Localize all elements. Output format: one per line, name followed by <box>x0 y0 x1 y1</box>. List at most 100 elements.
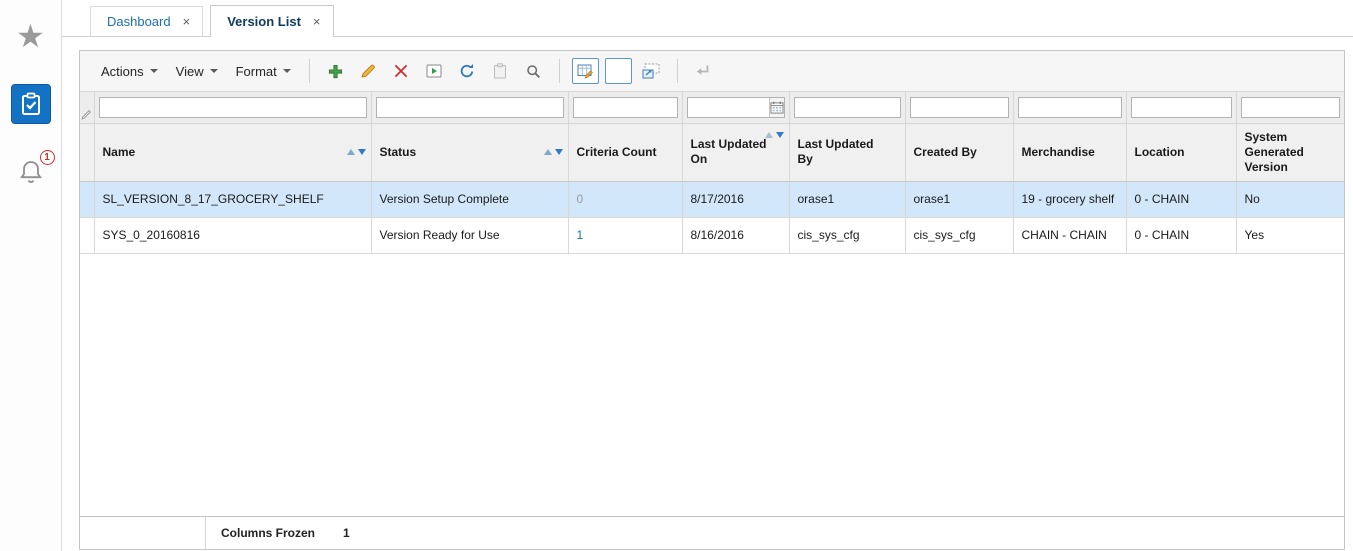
cell-last-updated-on: 8/16/2016 <box>682 217 790 254</box>
cell-last-updated-by: orase1 <box>789 181 906 218</box>
column-label: Name <box>102 144 136 159</box>
return-arrow-icon <box>695 64 711 78</box>
format-menu[interactable]: Format <box>227 58 300 85</box>
column-header-status[interactable]: Status <box>371 123 569 182</box>
table-filter-icon <box>577 63 594 79</box>
column-header-last-updated-on[interactable]: Last Updated On <box>682 123 790 182</box>
cell-last-updated-by: cis_sys_cfg <box>789 217 906 254</box>
column-header-system-generated-version[interactable]: System Generated Version <box>1236 123 1344 182</box>
status-bar: Columns Frozen 1 <box>80 516 1344 549</box>
detach-button[interactable] <box>638 58 665 84</box>
refresh-icon <box>459 63 475 79</box>
row-header-cell <box>80 181 95 218</box>
magnifier-icon <box>526 64 541 79</box>
sort-asc-icon <box>346 149 355 155</box>
sort-desc-icon <box>357 149 366 155</box>
column-header-last-updated-by[interactable]: Last Updated By <box>789 123 906 182</box>
cell-status: Version Setup Complete <box>371 181 569 218</box>
tab-label: Version List <box>227 14 301 29</box>
edit-button[interactable] <box>355 58 382 84</box>
close-icon[interactable]: × <box>313 15 321 28</box>
close-icon[interactable]: × <box>183 15 191 28</box>
view-menu[interactable]: View <box>167 58 227 85</box>
column-header-name[interactable]: Name <box>94 123 372 182</box>
search-button[interactable] <box>520 58 547 84</box>
sort-desc-icon <box>775 131 784 138</box>
freeze-toggle[interactable] <box>604 58 632 84</box>
cell-criteria-count: 0 <box>568 181 683 218</box>
sidebar-item-tasks[interactable] <box>9 82 53 126</box>
pencil-icon <box>360 63 376 79</box>
table-region: Name Status Criteria Count Last Updated … <box>80 92 1344 516</box>
sidebar-item-notifications[interactable]: 1 <box>9 150 55 194</box>
go-button[interactable] <box>690 58 717 84</box>
cell-created-by: cis_sys_cfg <box>905 217 1014 254</box>
tab-label: Dashboard <box>107 14 171 29</box>
query-by-example-toggle[interactable] <box>571 58 599 84</box>
app-root: ★ 1 Dashboard × Version List × Actions V… <box>0 0 1353 551</box>
column-label: System Generated Version <box>1244 129 1304 174</box>
filter-input-created-by[interactable] <box>909 96 1009 118</box>
sidebar-item-favorites[interactable]: ★ <box>9 14 53 58</box>
cell-location: 0 - CHAIN <box>1126 217 1237 254</box>
copy-button[interactable] <box>487 58 514 84</box>
tab-version-list[interactable]: Version List × <box>210 5 334 37</box>
refresh-button[interactable] <box>454 58 481 84</box>
delete-button[interactable] <box>388 58 415 84</box>
cell-merchandise: CHAIN - CHAIN <box>1013 217 1127 254</box>
column-header-created-by[interactable]: Created By <box>905 123 1014 182</box>
cell-system-generated-version: No <box>1236 181 1344 218</box>
sort-asc-icon <box>764 131 773 138</box>
toolbar-separator <box>308 59 310 83</box>
calendar-icon <box>770 101 783 114</box>
icon-rail: ★ 1 <box>0 0 62 551</box>
filter-input-criteria-count[interactable] <box>572 96 678 118</box>
columns-frozen-label: Columns Frozen <box>221 526 316 540</box>
star-icon: ★ <box>16 18 45 54</box>
filter-input-status[interactable] <box>375 96 564 118</box>
add-button[interactable] <box>322 58 349 84</box>
notification-badge: 1 <box>39 150 55 165</box>
column-header-merchandise[interactable]: Merchandise <box>1013 123 1127 182</box>
sort-desc-icon <box>554 149 563 155</box>
column-label: Last Updated By <box>797 137 874 166</box>
filter-input-last-updated-on[interactable] <box>687 98 769 116</box>
cell-name: SYS_0_20160816 <box>94 217 372 254</box>
cell-status: Version Ready for Use <box>371 217 569 254</box>
table-row[interactable]: SL_VERSION_8_17_GROCERY_SHELF Version Se… <box>80 181 1344 218</box>
cell-last-updated-on: 8/17/2016 <box>682 181 790 218</box>
play-icon <box>426 63 442 79</box>
filter-input-name[interactable] <box>98 96 367 118</box>
sort-asc-icon <box>543 149 552 155</box>
date-picker-button[interactable] <box>768 97 784 117</box>
actions-menu-label: Actions <box>101 63 144 79</box>
toolbar-separator <box>676 59 678 83</box>
table-toolbar: Actions View Format <box>80 51 1344 92</box>
table-row[interactable]: SYS_0_20160816 Version Ready for Use 1 8… <box>80 217 1344 254</box>
execute-button[interactable] <box>421 58 448 84</box>
clipboard-icon <box>493 63 507 79</box>
actions-menu[interactable]: Actions <box>92 58 167 85</box>
toolbar-separator <box>558 59 560 83</box>
version-table: Name Status Criteria Count Last Updated … <box>80 92 1344 254</box>
column-header-criteria-count[interactable]: Criteria Count <box>568 123 683 182</box>
sort-icons <box>346 149 366 155</box>
tab-dashboard[interactable]: Dashboard × <box>90 6 204 36</box>
row-header-cell <box>80 217 95 254</box>
main-content: Dashboard × Version List × Actions View <box>62 0 1353 551</box>
bell-icon <box>18 159 44 185</box>
filter-date-field <box>686 96 785 118</box>
cell-system-generated-version: Yes <box>1236 217 1344 254</box>
format-menu-label: Format <box>235 63 277 79</box>
column-header-location[interactable]: Location <box>1126 123 1237 182</box>
filter-row <box>80 92 1344 124</box>
filter-input-last-updated-by[interactable] <box>793 96 901 118</box>
chevron-down-icon <box>282 69 291 73</box>
criteria-count-link[interactable]: 1 <box>577 228 584 242</box>
filter-input-location[interactable] <box>1130 96 1232 118</box>
plus-icon <box>328 64 343 79</box>
cell-location: 0 - CHAIN <box>1126 181 1237 218</box>
column-label: Last Updated On <box>690 137 767 166</box>
filter-input-system-generated-version[interactable] <box>1240 96 1340 118</box>
filter-input-merchandise[interactable] <box>1017 96 1122 118</box>
